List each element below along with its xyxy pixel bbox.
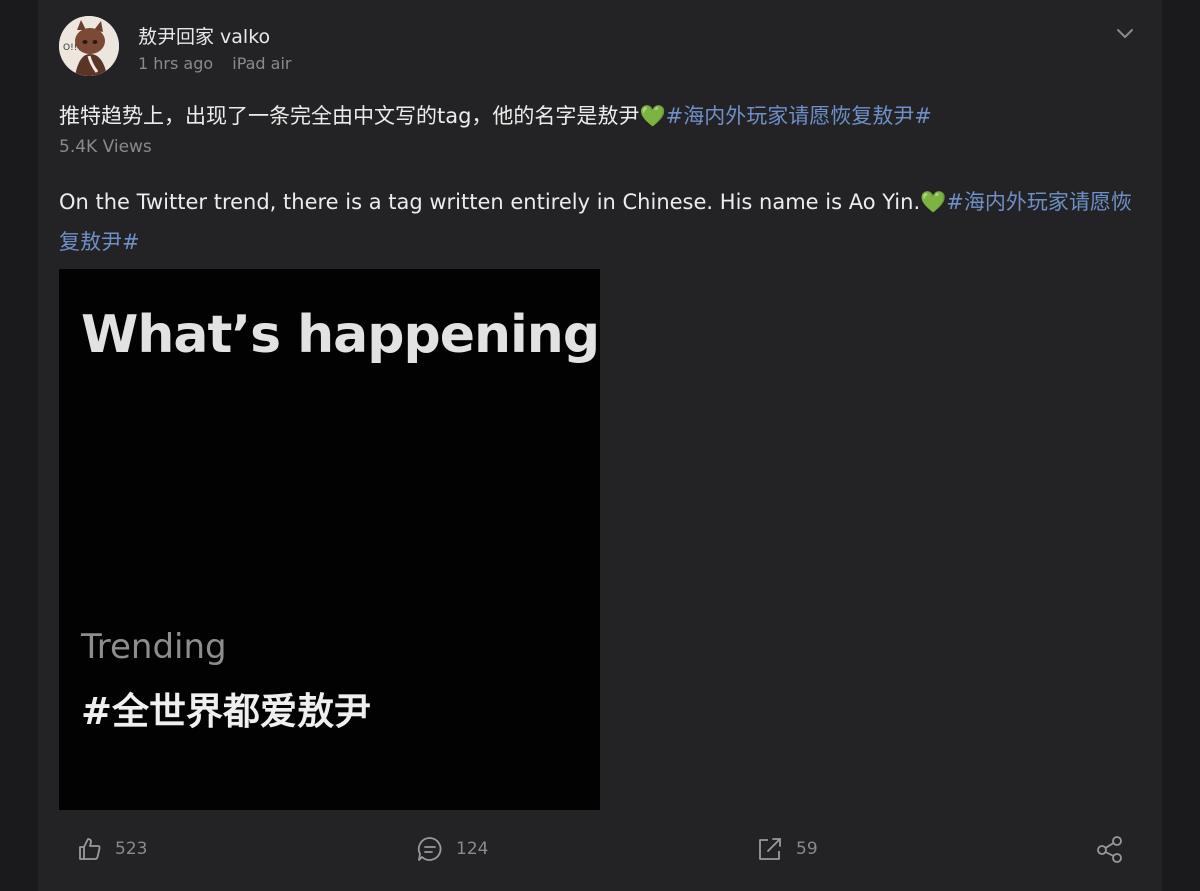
repost-arrow-icon [759,838,781,860]
username[interactable]: 敖尹回家 valko [138,22,270,49]
svg-text:O!!: O!! [63,43,77,53]
chevron-down-icon[interactable] [1114,22,1136,44]
post-image[interactable]: What’s happening Trending #全世界都爱敖尹 [59,269,600,810]
share-icon[interactable] [1095,834,1125,864]
green-heart-emoji: 💚 [920,190,947,214]
translation-body: On the Twitter trend, there is a tag wri… [59,190,921,214]
view-count: 5.4K Views [59,137,152,157]
post-card: O!! 敖尹回家 valko 1 hrs ago iPad air 推特趋势上，… [38,0,1162,891]
image-trending-tag: #全世界都爱敖尹 [81,690,372,733]
image-heading: What’s happening [81,305,600,365]
green-heart-emoji: 💚 [639,104,666,128]
post-device: iPad air [232,54,292,73]
thumbs-up-icon [79,838,101,860]
repost-count: 59 [796,839,818,859]
repost-button[interactable]: 59 [756,832,818,866]
comment-bubble-icon [417,837,442,861]
image-trending-label: Trending [81,627,227,667]
avatar-illustration: O!! [59,16,119,76]
post-time: 1 hrs ago [138,54,214,73]
comment-count: 124 [456,839,489,859]
like-count: 523 [115,839,148,859]
post-body: 推特趋势上，出现了一条完全由中文写的tag，他的名字是敖尹 [59,104,640,128]
post-meta: 1 hrs ago iPad air [138,54,292,73]
translation-text: On the Twitter trend, there is a tag wri… [59,182,1149,262]
avatar[interactable]: O!! [59,16,119,76]
page: O!! 敖尹回家 valko 1 hrs ago iPad air 推特趋势上，… [0,0,1200,891]
post-hashtag[interactable]: #海内外玩家请愿恢复敖尹# [666,104,932,128]
post-text: 推特趋势上，出现了一条完全由中文写的tag，他的名字是敖尹💚#海内外玩家请愿恢复… [59,100,932,132]
comment-button[interactable]: 124 [416,832,488,866]
like-button[interactable]: 523 [77,832,147,866]
